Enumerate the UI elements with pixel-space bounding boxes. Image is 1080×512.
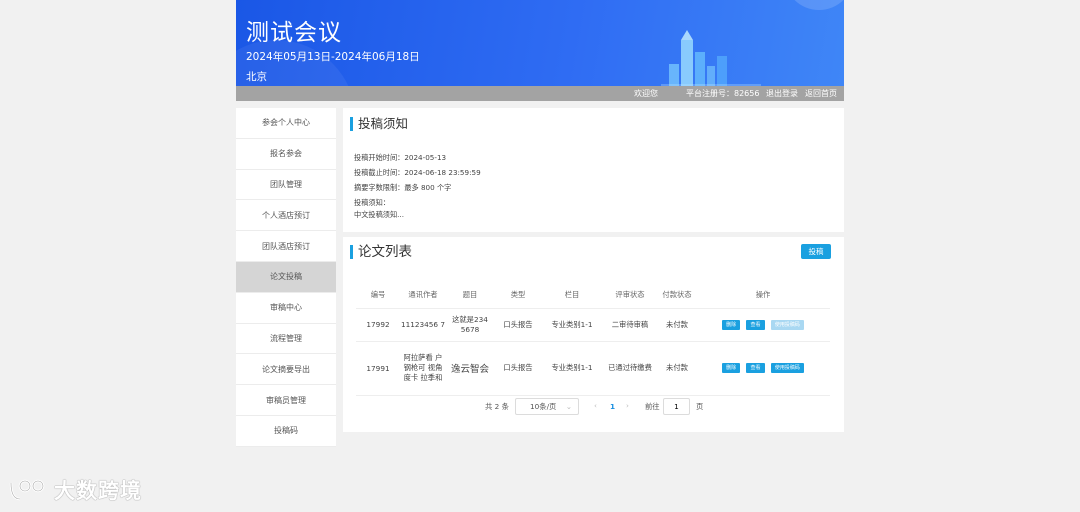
abstract-limit: 摘要字数限制：最多 800 个字	[354, 183, 452, 192]
registration-number: 平台注册号：82656	[686, 89, 760, 98]
use-code-button[interactable]: 使用投稿码	[770, 363, 804, 373]
delete-button[interactable]: 删除	[722, 363, 741, 373]
cell-id: 17991	[356, 341, 400, 396]
cell-type: 口头报告	[494, 308, 542, 342]
paper-list-panel: 论文列表 投稿 编号 通讯作者 题目 类型 栏目 评审状态 付款状态 操作 17…	[343, 237, 844, 432]
page-number-current[interactable]: 1	[610, 402, 615, 411]
cell-review-status: 已通过待缴费	[602, 341, 658, 396]
goto-page-input[interactable]	[663, 398, 690, 415]
submission-deadline: 投稿截止时间：2024-06-18 23:59:59	[354, 168, 481, 177]
col-column: 栏目	[542, 283, 602, 309]
pagination: 共 2 条 10条/页 ⌄ ‹ 1 › 前往 页	[343, 398, 844, 416]
cell-type: 口头报告	[494, 341, 542, 396]
sidebar-item-personal-center[interactable]: 参会个人中心	[236, 108, 336, 139]
col-review-status: 评审状态	[602, 283, 658, 309]
cell-author: 11123456 7	[400, 308, 446, 342]
cell-column: 专业类别1-1	[542, 308, 602, 342]
delete-button[interactable]: 删除	[722, 319, 741, 330]
submission-start: 投稿开始时间：2024-05-13	[354, 153, 447, 162]
cell-column: 专业类别1-1	[542, 341, 602, 396]
paper-list-title: 论文列表	[350, 245, 412, 259]
city-buildings-illustration	[661, 30, 761, 86]
sidebar-item-process-management[interactable]: 流程管理	[236, 324, 336, 355]
home-link[interactable]: 返回首页	[805, 86, 837, 101]
banner-decoration	[784, 0, 844, 10]
next-page-icon[interactable]: ›	[626, 401, 629, 410]
sidebar-item-submission-code[interactable]: 投稿码	[236, 416, 336, 447]
view-button[interactable]: 查看	[746, 319, 765, 330]
watermark-logo-icon	[9, 479, 45, 501]
cell-id: 17992	[356, 308, 400, 342]
view-button[interactable]: 查看	[746, 363, 765, 373]
table-row: 17991 阿拉萨看 户钢枪可 视角度卡 拉季和 逸云智会 口头报告 专业类别1…	[356, 341, 830, 396]
notice-title: 投稿须知	[350, 117, 408, 131]
total-count: 共 2 条	[485, 402, 509, 411]
logout-link[interactable]: 退出登录	[766, 86, 798, 101]
cell-actions: 删除 查看 使用投稿码	[696, 308, 830, 342]
submission-notice-panel: 投稿须知 投稿开始时间：2024-05-13 投稿截止时间：2024-06-18…	[343, 108, 844, 232]
paper-table: 编号 通讯作者 题目 类型 栏目 评审状态 付款状态 操作 17992 1112…	[356, 283, 830, 396]
header-banner: 测试会议 2024年05月13日-2024年06月18日 北京	[236, 0, 844, 86]
submit-paper-button[interactable]: 投稿	[801, 244, 831, 259]
cell-payment-status: 未付款	[658, 308, 696, 342]
col-id: 编号	[356, 283, 400, 309]
table-header-row: 编号 通讯作者 题目 类型 栏目 评审状态 付款状态 操作	[356, 283, 830, 309]
page-unit-label: 页	[696, 402, 704, 411]
sidebar-item-personal-hotel[interactable]: 个人酒店预订	[236, 200, 336, 232]
cell-title: 这就是234 5678	[446, 308, 494, 342]
welcome-text: 欢迎您	[634, 89, 658, 98]
cell-author: 阿拉萨看 户钢枪可 视角度卡 拉季和	[400, 341, 446, 396]
sidebar-item-paper-submission[interactable]: 论文投稿	[236, 261, 336, 293]
goto-label: 前往	[645, 402, 660, 411]
top-user-bar: 欢迎您 平台注册号：82656 退出登录 返回首页	[236, 86, 844, 101]
col-type: 类型	[494, 283, 542, 309]
col-author: 通讯作者	[400, 283, 446, 309]
chevron-down-icon: ⌄	[565, 402, 572, 411]
sidebar-nav: 参会个人中心 报名参会 团队管理 个人酒店预订 团队酒店预订 论文投稿 审稿中心…	[236, 108, 336, 447]
page-size-select[interactable]: 10条/页 ⌄	[515, 398, 579, 415]
cell-actions: 删除 查看 使用投稿码	[696, 341, 830, 396]
sidebar-item-review-center[interactable]: 审稿中心	[236, 293, 336, 324]
col-actions: 操作	[696, 283, 830, 309]
sidebar-item-team-management[interactable]: 团队管理	[236, 170, 336, 201]
conference-title: 测试会议	[246, 20, 342, 46]
sidebar-item-abstract-export[interactable]: 论文摘要导出	[236, 354, 336, 386]
conference-city: 北京	[246, 71, 267, 83]
col-title: 题目	[446, 283, 494, 309]
sidebar-item-team-hotel[interactable]: 团队酒店预订	[236, 231, 336, 262]
page-size-value: 10条/页	[530, 402, 557, 411]
prev-page-icon[interactable]: ‹	[594, 401, 597, 410]
table-row: 17992 11123456 7 这就是234 5678 口头报告 专业类别1-…	[356, 308, 830, 342]
notice-text: 中文投稿须知...	[354, 210, 404, 219]
use-code-button[interactable]: 使用投稿码	[770, 319, 804, 330]
cell-title: 逸云智会	[446, 341, 494, 396]
sidebar-item-registration[interactable]: 报名参会	[236, 139, 336, 170]
col-payment-status: 付款状态	[658, 283, 696, 309]
notice-label: 投稿须知：	[354, 198, 390, 207]
cell-payment-status: 未付款	[658, 341, 696, 396]
conference-dates: 2024年05月13日-2024年06月18日	[246, 51, 420, 63]
watermark-text: 大数跨境	[54, 479, 142, 503]
watermark: 大数跨境	[8, 475, 142, 505]
cell-review-status: 二审待审稿	[602, 308, 658, 342]
sidebar-item-reviewer-management[interactable]: 审稿员管理	[236, 385, 336, 416]
